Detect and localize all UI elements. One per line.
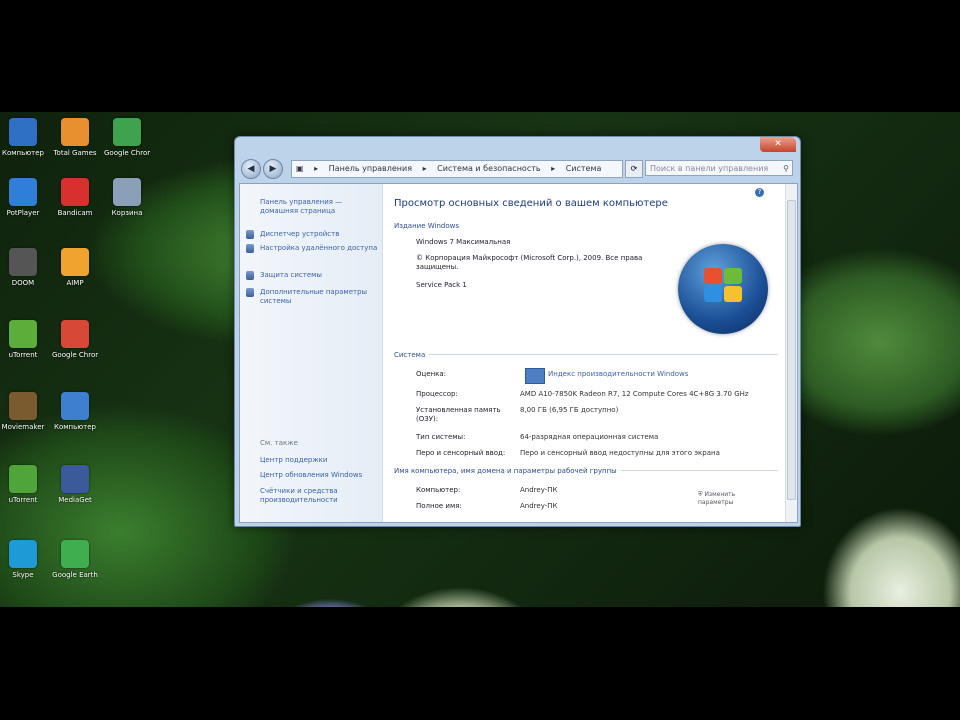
performance-link[interactable]: Счётчики и средства производительности xyxy=(260,487,378,505)
app-icon xyxy=(61,320,89,348)
app-icon xyxy=(9,392,37,420)
shortcut-label: MediaGet xyxy=(58,496,92,504)
breadcrumb-control-panel[interactable]: Панель управления xyxy=(329,164,412,173)
desktop-shortcut[interactable]: DOOM xyxy=(0,248,46,288)
desktop-shortcut[interactable]: uTorrent xyxy=(0,320,46,360)
system-heading: Система xyxy=(394,351,430,359)
shield-icon xyxy=(246,244,254,253)
edition-heading: Издание Windows xyxy=(394,222,459,230)
shield-icon: ⛨ xyxy=(698,491,703,498)
system-window: ✕ ◀ ▶ ▣ ▸ Панель управления ▸ Система и … xyxy=(234,136,801,527)
desktop-shortcut[interactable]: PotPlayer xyxy=(0,178,46,218)
remote-settings-link[interactable]: Настройка удалённого доступа xyxy=(260,244,378,253)
shortcut-label: Google Chrome xyxy=(52,351,98,359)
app-icon xyxy=(61,465,89,493)
control-panel-home-link[interactable]: Панель управления — домашняя страница xyxy=(260,198,378,216)
app-icon xyxy=(113,118,141,146)
app-icon xyxy=(9,465,37,493)
windows-logo-icon xyxy=(678,244,768,334)
app-icon xyxy=(9,248,37,276)
desktop-shortcut[interactable]: Google Chrome xyxy=(104,118,150,158)
shortcut-label: PotPlayer xyxy=(6,209,40,217)
desktop-shortcut[interactable]: Total Games xyxy=(52,118,98,158)
service-pack: Service Pack 1 xyxy=(416,281,467,289)
shortcut-label: Корзина xyxy=(111,209,143,217)
vertical-scrollbar[interactable] xyxy=(785,184,797,522)
shortcut-label: Компьютер xyxy=(54,423,96,431)
computer-icon: ▣ xyxy=(296,164,304,173)
desktop-shortcut[interactable]: Компьютер xyxy=(52,392,98,432)
desktop-shortcut[interactable]: Moviemaker xyxy=(0,392,46,432)
main-pane: ? Просмотр основных сведений о вашем ком… xyxy=(388,184,784,522)
shield-icon xyxy=(246,271,254,280)
close-button[interactable]: ✕ xyxy=(760,137,796,152)
help-icon[interactable]: ? xyxy=(755,188,764,197)
shortcut-label: DOOM xyxy=(11,279,35,287)
device-manager-link[interactable]: Диспетчер устройств xyxy=(260,230,378,239)
shortcut-label: Компьютер xyxy=(2,149,44,157)
shortcut-label: Google Earth xyxy=(52,571,98,579)
app-icon xyxy=(9,540,37,568)
performance-index-link[interactable]: Индекс производительности Windows xyxy=(548,370,688,378)
app-icon xyxy=(61,248,89,276)
desktop-shortcut[interactable]: uTorrent xyxy=(0,465,46,505)
copyright-text: © Корпорация Майкрософт (Microsoft Corp.… xyxy=(416,254,643,271)
divider xyxy=(394,354,778,355)
address-bar[interactable]: ▣ ▸ Панель управления ▸ Система и безопа… xyxy=(291,160,623,178)
advanced-settings-link[interactable]: Дополнительные параметры системы xyxy=(260,288,378,306)
change-settings-link[interactable]: ⛨ Изменить параметры xyxy=(698,491,758,507)
desktop-shortcut[interactable]: Google Earth xyxy=(52,540,98,580)
rating-icon xyxy=(525,368,545,384)
page-title: Просмотр основных сведений о вашем компь… xyxy=(394,198,668,209)
back-button[interactable]: ◀ xyxy=(241,159,261,179)
see-also-heading: См. также xyxy=(260,439,298,447)
app-icon xyxy=(61,118,89,146)
desktop-shortcut[interactable]: Bandicam xyxy=(52,178,98,218)
app-icon xyxy=(9,178,37,206)
system-protection-link[interactable]: Защита системы xyxy=(260,271,378,280)
forward-button[interactable]: ▶ xyxy=(263,159,283,179)
desktop-shortcut[interactable]: Компьютер xyxy=(0,118,46,158)
letterbox-bottom xyxy=(0,607,960,720)
action-center-link[interactable]: Центр поддержки xyxy=(260,456,378,465)
desktop-shortcut[interactable]: AIMP xyxy=(52,248,98,288)
shield-icon xyxy=(246,230,254,239)
breadcrumb-security[interactable]: Система и безопасность xyxy=(437,164,540,173)
app-icon xyxy=(113,178,141,206)
title-bar[interactable]: ✕ xyxy=(235,137,800,155)
windows-update-link[interactable]: Центр обновления Windows xyxy=(260,471,378,480)
task-pane: Панель управления — домашняя страница Ди… xyxy=(240,184,383,522)
refresh-button[interactable]: ⟳ xyxy=(625,160,643,178)
client-area: Панель управления — домашняя страница Ди… xyxy=(239,183,798,523)
shortcut-label: uTorrent xyxy=(8,351,38,359)
app-icon xyxy=(61,178,89,206)
breadcrumb-system[interactable]: Система xyxy=(566,164,602,173)
app-icon xyxy=(61,392,89,420)
desktop-shortcut[interactable]: Google Chrome xyxy=(52,320,98,360)
search-icon: ⚲ xyxy=(783,164,789,173)
shield-icon xyxy=(246,288,254,297)
shortcut-label: Moviemaker xyxy=(1,423,45,431)
computer-name-heading: Имя компьютера, имя домена и параметры р… xyxy=(394,467,621,475)
shortcut-label: Total Games xyxy=(53,149,97,157)
shortcut-label: Skype xyxy=(12,571,34,579)
desktop-shortcut[interactable]: Корзина xyxy=(104,178,150,218)
app-icon xyxy=(61,540,89,568)
shortcut-label: Bandicam xyxy=(57,209,93,217)
search-input[interactable]: Поиск в панели управления ⚲ xyxy=(645,160,793,176)
desktop-shortcut[interactable]: MediaGet xyxy=(52,465,98,505)
scroll-thumb[interactable] xyxy=(787,200,796,500)
navigation-bar: ◀ ▶ ▣ ▸ Панель управления ▸ Система и бе… xyxy=(239,157,796,181)
desktop-shortcut[interactable]: Skype xyxy=(0,540,46,580)
app-icon xyxy=(9,320,37,348)
app-icon xyxy=(9,118,37,146)
shortcut-label: uTorrent xyxy=(8,496,38,504)
edition-name: Windows 7 Максимальная xyxy=(416,238,511,246)
shortcut-label: Google Chrome xyxy=(104,149,150,157)
shortcut-label: AIMP xyxy=(66,279,84,287)
